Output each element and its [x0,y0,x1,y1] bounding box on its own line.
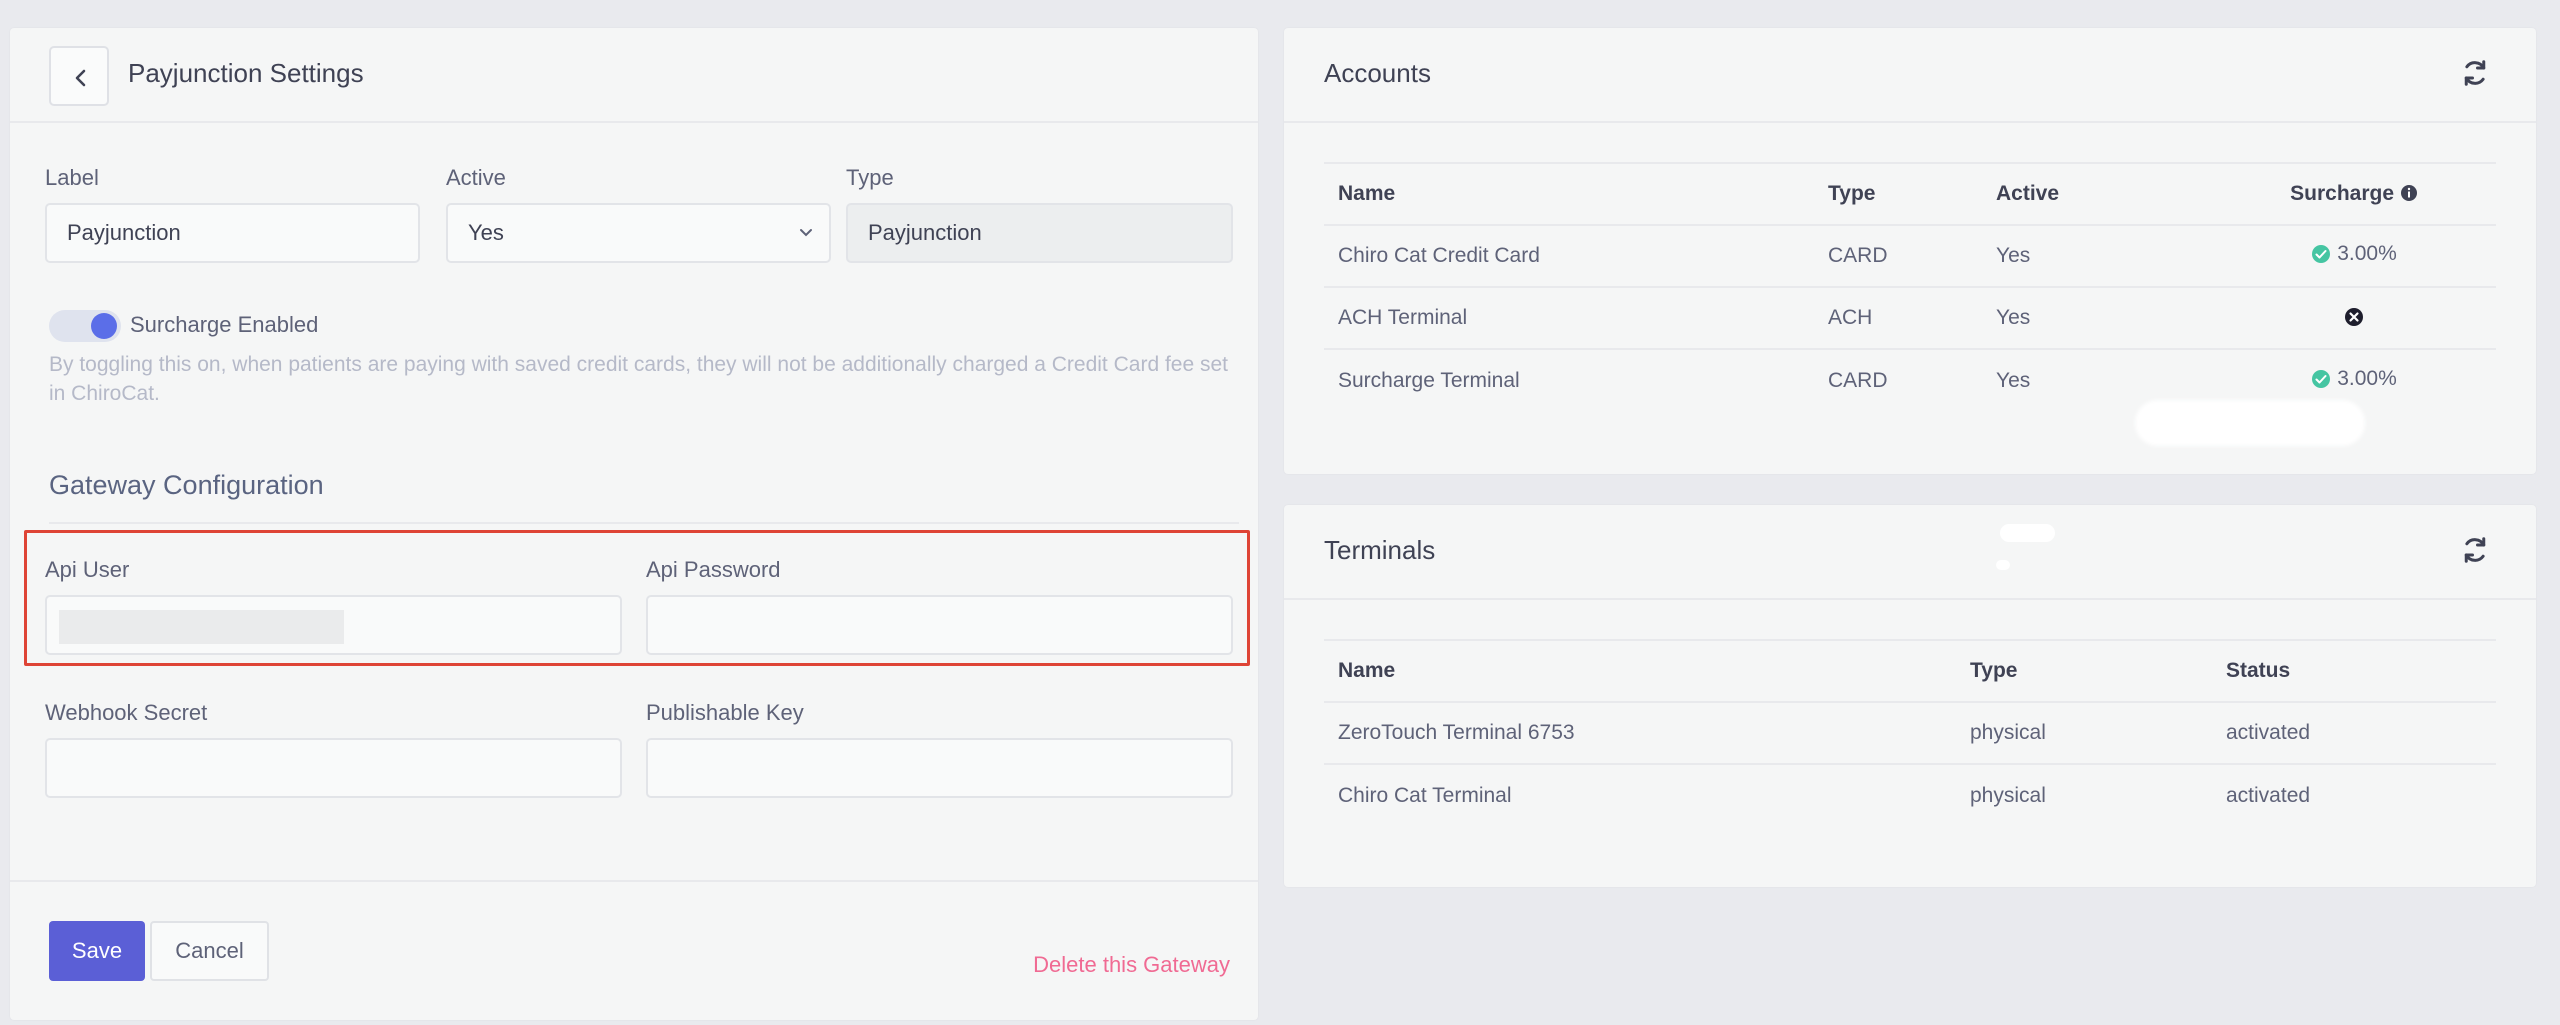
refresh-icon[interactable] [2460,535,2490,565]
terminal-type: physical [1970,783,2046,807]
table-row[interactable]: ACH Terminal ACH Yes [1324,287,2496,350]
webhook-secret-input[interactable] [45,738,622,798]
api-user-input[interactable] [45,595,622,655]
type-input: Payjunction [846,203,1233,263]
refresh-icon[interactable] [2460,58,2490,88]
footer-divider [10,880,1258,882]
column-header: Type [1814,162,1982,226]
x-circle-icon [2345,308,2363,326]
api-password-input[interactable] [646,595,1233,655]
terminal-status: activated [2212,702,2496,765]
redaction-mark [2135,400,2365,446]
column-header: Active [1982,162,2212,226]
table-row[interactable]: Chiro Cat Credit Card CARD Yes 3.00% [1324,225,2496,288]
api-user-label: Api User [45,557,130,582]
accounts-title: Accounts [1324,58,1431,88]
column-header-label: Surcharge [2290,182,2395,205]
publishable-key-input[interactable] [646,738,1233,798]
chevron-left-icon [75,69,86,87]
chevron-down-icon [800,229,812,237]
terminal-type: physical [1956,702,2212,765]
surcharge-column-header: Surcharge [2212,162,2496,226]
table-header-row: Name Type Status [1324,639,2496,703]
toggle-knob [91,313,117,339]
account-active: Yes [1982,225,2212,288]
column-header: Status [2212,639,2496,703]
delete-gateway-link[interactable]: Delete this Gateway [1033,952,1230,978]
gateway-settings-card: Payjunction Settings Label Payjunction A… [10,28,1258,1020]
publishable-key-label: Publishable Key [646,700,804,725]
terminal-name: Chiro Cat Terminal [1338,783,1512,807]
gateway-configuration-title: Gateway Configuration [49,470,324,500]
info-icon[interactable] [2400,184,2418,202]
check-circle-icon [2312,245,2331,263]
account-name: Chiro Cat Credit Card [1324,225,1814,288]
section-divider [49,522,1239,524]
column-header: Name [1324,639,1956,703]
table-row[interactable]: Chiro Cat Terminal physical activated [1324,764,2496,826]
save-button[interactable]: Save [49,921,145,981]
account-name: Surcharge Terminal [1338,368,1520,392]
account-name: ACH Terminal [1324,287,1814,350]
account-surcharge: 3.00% [2212,225,2496,288]
surcharge-value: 3.00% [2337,242,2397,265]
page-title: Payjunction Settings [128,58,364,88]
terminal-name: ZeroTouch Terminal 6753 [1324,702,1956,765]
table-header-row: Name Type Active Surcharge [1324,162,2496,226]
account-type: ACH [1814,287,1982,350]
account-surcharge [2212,287,2496,350]
terminals-card: Terminals Name Type Status ZeroTouch Ter… [1284,505,2536,887]
cancel-button[interactable]: Cancel [150,921,269,981]
terminal-status: activated [2226,783,2311,807]
active-field-label: Active [446,165,506,190]
surcharge-toggle-label: Surcharge Enabled [130,312,319,337]
back-button[interactable] [49,46,109,106]
account-type: CARD [1828,368,1888,392]
terminals-table: Name Type Status ZeroTouch Terminal 6753… [1324,639,2496,826]
label-field-label: Label [45,165,99,190]
surcharge-toggle[interactable] [49,310,121,342]
active-select[interactable]: Yes [446,203,831,263]
redaction-mark [1996,560,2010,570]
column-header: Name [1324,162,1814,226]
terminals-title: Terminals [1324,535,1436,565]
surcharge-value: 3.00% [2337,366,2397,390]
webhook-secret-label: Webhook Secret [45,700,208,725]
column-header: Type [1956,639,2212,703]
account-type: CARD [1814,225,1982,288]
label-input[interactable]: Payjunction [45,203,420,263]
type-field-label: Type [846,165,894,190]
api-password-label: Api Password [646,557,781,582]
settings-header: Payjunction Settings [10,28,1258,123]
redacted-value [59,610,344,644]
redaction-mark [2000,524,2055,542]
check-circle-icon [2312,369,2331,388]
active-select-value: Yes [468,220,504,245]
account-active: Yes [1982,287,2212,350]
accounts-header: Accounts [1284,28,2536,123]
surcharge-help-text: By toggling this on, when patients are p… [49,353,1228,405]
accounts-table: Name Type Active Surcharge Chiro Cat Cre… [1324,162,2496,411]
table-row[interactable]: ZeroTouch Terminal 6753 physical activat… [1324,702,2496,765]
terminals-header: Terminals [1284,505,2536,600]
